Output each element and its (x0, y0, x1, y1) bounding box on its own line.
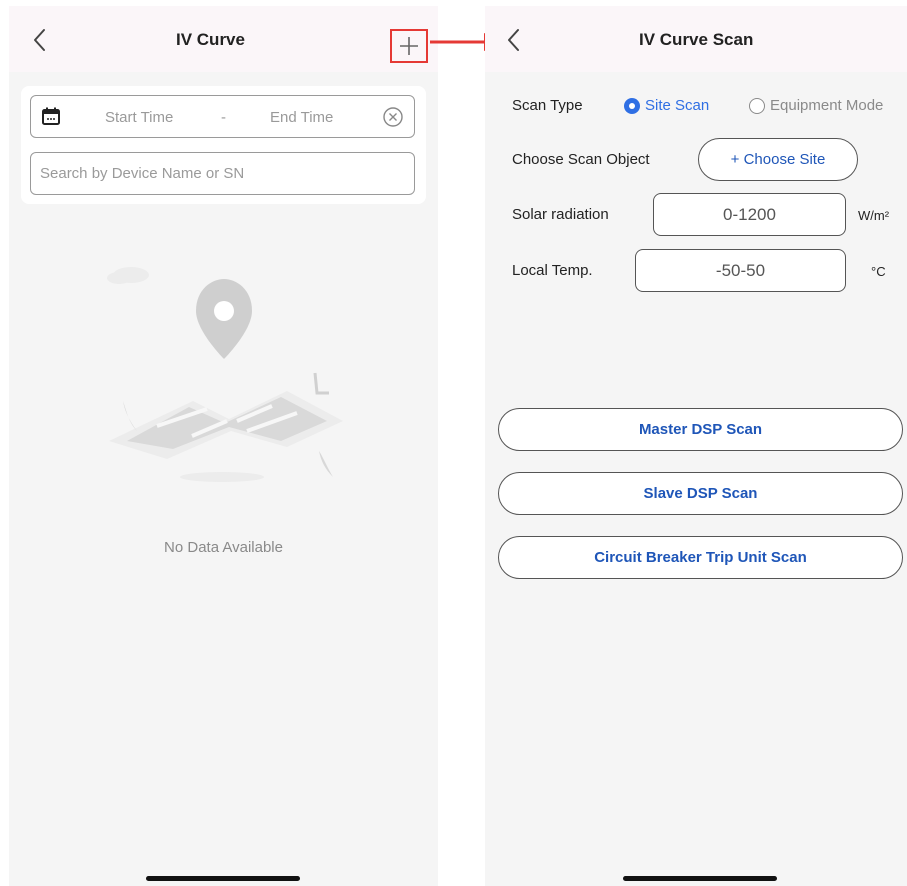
radio-label: Equipment Mode (770, 97, 884, 114)
plus-icon (400, 37, 418, 55)
solar-unit: W/m² (858, 208, 890, 223)
search-input[interactable] (30, 152, 415, 195)
map-pin-icon (196, 279, 252, 359)
date-separator: - (221, 109, 226, 126)
radio-unselected-icon (749, 97, 765, 114)
add-button[interactable] (390, 29, 428, 63)
home-indicator (146, 876, 300, 881)
filter-card: Start Time - End Time (21, 86, 426, 204)
back-icon[interactable] (501, 24, 529, 56)
header: IV Curve (9, 6, 438, 72)
back-icon[interactable] (27, 24, 55, 56)
date-range-picker[interactable]: Start Time - End Time (30, 95, 415, 138)
empty-state-text: No Data Available (164, 539, 283, 556)
choose-site-button[interactable]: + Choose Site (698, 138, 858, 181)
page-title: IV Curve (176, 30, 245, 49)
end-time-field[interactable]: End Time (270, 109, 333, 126)
radio-label: Site Scan (645, 97, 710, 114)
master-dsp-scan-button[interactable]: Master DSP Scan (498, 408, 903, 451)
radio-selected-icon (624, 97, 640, 114)
slave-dsp-scan-button[interactable]: Slave DSP Scan (498, 472, 903, 515)
radio-site-scan[interactable]: Site Scan (624, 97, 709, 114)
iv-curve-scan-screen: IV Curve Scan Scan Type Site Scan Equipm… (485, 6, 907, 886)
page-title: IV Curve Scan (639, 30, 754, 49)
radio-equipment-mode[interactable]: Equipment Mode (749, 97, 883, 114)
clear-icon[interactable] (382, 106, 404, 128)
solar-radiation-field[interactable]: 0-1200 (653, 193, 846, 236)
solar-radiation-label: Solar radiation (512, 206, 609, 223)
empty-map-illustration (107, 267, 343, 482)
local-temp-field[interactable]: -50-50 (635, 249, 846, 292)
home-indicator (623, 876, 777, 881)
circuit-breaker-trip-unit-scan-button[interactable]: Circuit Breaker Trip Unit Scan (498, 536, 903, 579)
local-temp-label: Local Temp. (512, 262, 593, 279)
header: IV Curve Scan (485, 6, 907, 72)
start-time-field[interactable]: Start Time (105, 109, 173, 126)
calendar-icon (42, 107, 60, 125)
temp-unit: °C (871, 264, 886, 279)
choose-scan-object-label: Choose Scan Object (512, 151, 650, 168)
scan-type-label: Scan Type (512, 97, 583, 114)
iv-curve-screen: IV Curve Start Time - End Time Search by… (9, 6, 438, 886)
